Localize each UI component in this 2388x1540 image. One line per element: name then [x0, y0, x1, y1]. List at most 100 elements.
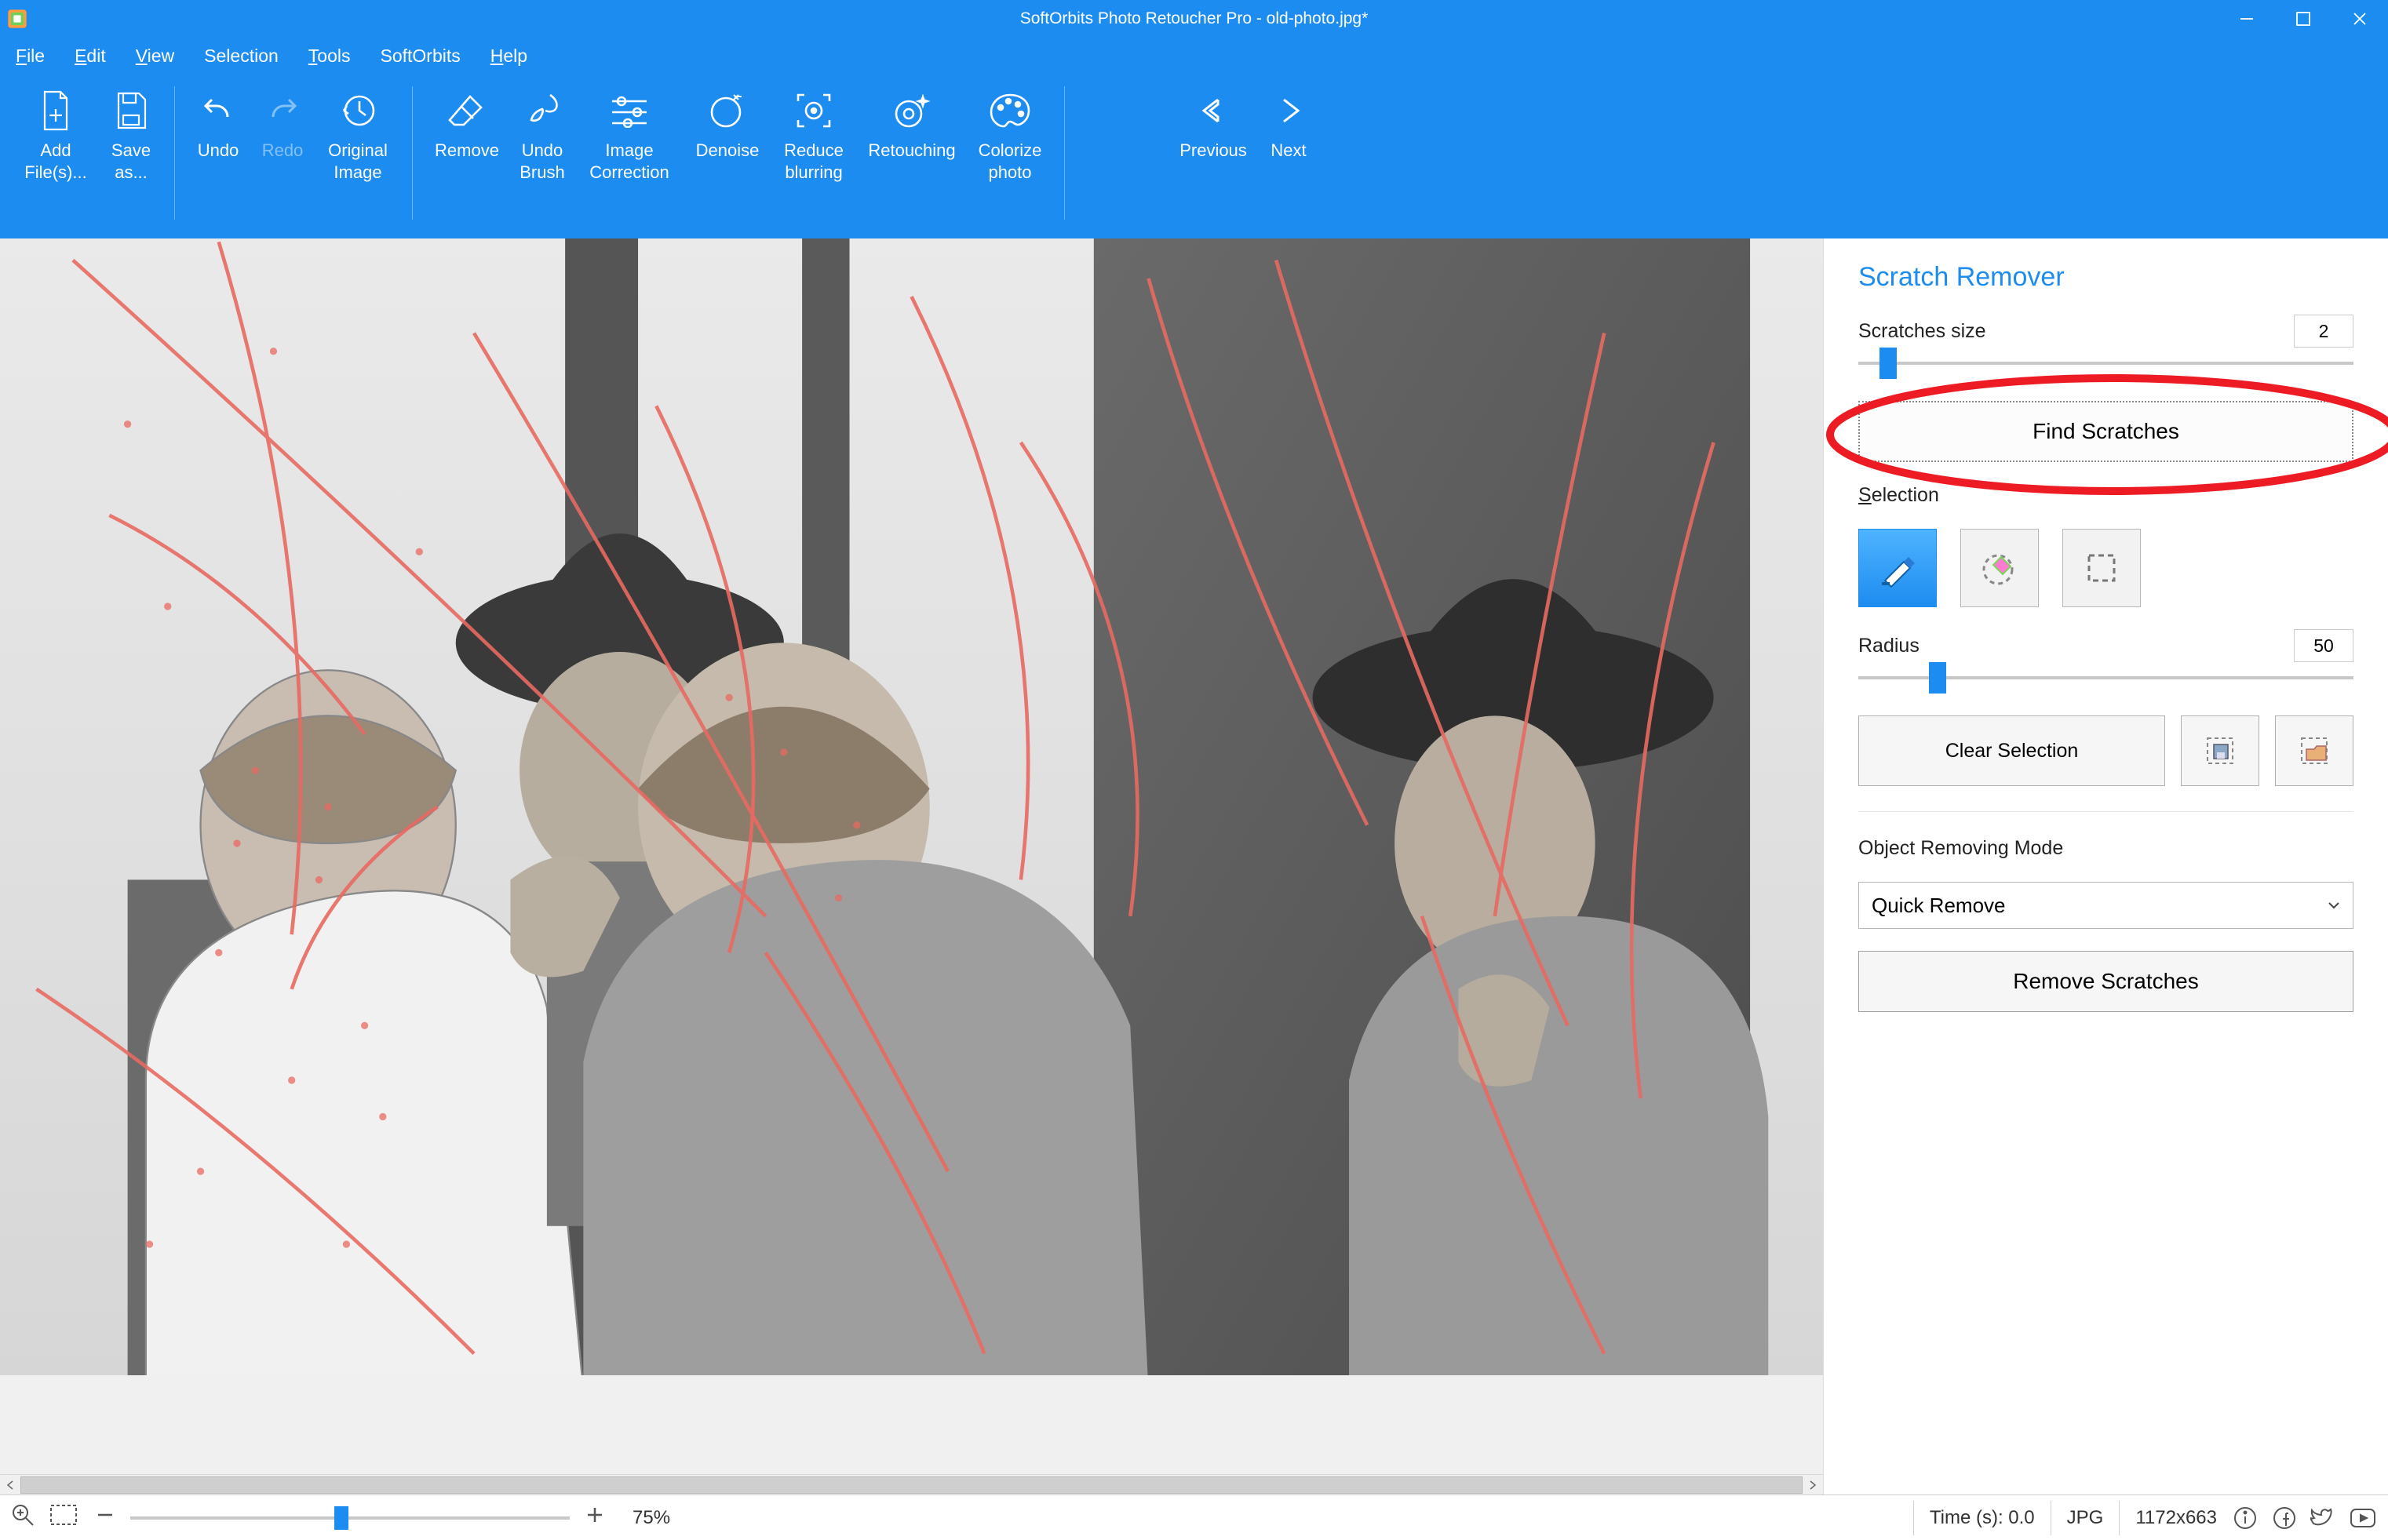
toolbar-undo[interactable]: Undo	[186, 82, 250, 162]
toolbar-add-files-label: Add File(s)...	[24, 140, 86, 183]
menu-view[interactable]: View	[136, 46, 174, 67]
remove-scratches-button[interactable]: Remove Scratches	[1858, 951, 2353, 1012]
toolbar-undo-brush[interactable]: Undo Brush	[510, 82, 574, 183]
marker-icon	[1876, 546, 1920, 590]
canvas-area	[0, 238, 1823, 1494]
save-icon	[112, 86, 150, 135]
menu-softorbits-label: SoftOrbits	[381, 46, 461, 66]
file-add-icon	[37, 86, 75, 135]
close-button[interactable]	[2331, 0, 2388, 38]
clear-selection-button[interactable]: Clear Selection	[1858, 715, 2165, 786]
twitter-icon[interactable]	[2308, 1502, 2339, 1534]
status-bar: 75% Time (s): 0.0 JPG 1172x663	[0, 1494, 2388, 1540]
menu-file[interactable]: File	[16, 46, 45, 67]
toolbar-undo-brush-label: Undo Brush	[520, 140, 564, 183]
save-selection-button[interactable]	[2181, 715, 2259, 786]
menu-edit[interactable]: Edit	[75, 46, 106, 67]
focus-icon	[793, 86, 834, 135]
maximize-button[interactable]	[2275, 0, 2331, 38]
scroll-left-icon[interactable]	[0, 1475, 20, 1495]
menu-selection[interactable]: Selection	[204, 46, 279, 67]
load-selection-button[interactable]	[2275, 715, 2353, 786]
toolbar-add-files[interactable]: Add File(s)...	[13, 82, 99, 183]
toolbar-denoise[interactable]: Denoise	[684, 82, 771, 162]
load-selection-icon	[2295, 732, 2333, 770]
radius-slider[interactable]	[1858, 662, 2353, 694]
toolbar-retouching[interactable]: Retouching	[857, 82, 967, 162]
denoise-icon	[707, 86, 748, 135]
toolbar-colorize[interactable]: Colorize photo	[967, 82, 1053, 183]
status-format: JPG	[2067, 1507, 2104, 1529]
free-select-tool[interactable]	[1960, 529, 2039, 607]
fit-screen-icon[interactable]	[49, 1503, 78, 1532]
zoom-out-button[interactable]	[94, 1504, 116, 1531]
redo-icon	[262, 86, 303, 135]
horizontal-scrollbar[interactable]	[0, 1474, 1823, 1494]
toolbar: Add File(s)... Save as... Undo Redo Orig…	[0, 74, 2388, 238]
minimize-button[interactable]	[2218, 0, 2275, 38]
toolbar-original-label: Original Image	[328, 140, 388, 183]
toolbar-save-as-label: Save as...	[111, 140, 151, 183]
toolbar-remove[interactable]: Remove	[424, 82, 510, 162]
scroll-right-icon[interactable]	[1803, 1475, 1823, 1495]
app-icon	[6, 8, 28, 30]
zoom-slider[interactable]	[130, 1506, 570, 1530]
menu-bar: File Edit View Selection Tools SoftOrbit…	[0, 38, 2388, 74]
menu-tools[interactable]: Tools	[308, 46, 351, 67]
info-icon[interactable]	[2229, 1502, 2261, 1534]
rect-select-tool[interactable]	[2062, 529, 2141, 607]
toolbar-previous[interactable]: Previous	[1170, 82, 1256, 162]
toolbar-denoise-label: Denoise	[696, 140, 760, 162]
radius-label: Radius	[1858, 635, 1920, 657]
scratches-size-slider[interactable]	[1858, 348, 2353, 379]
toolbar-redo: Redo	[250, 82, 315, 162]
main-area: Scratch Remover Scratches size 2 Find Sc…	[0, 238, 2388, 1494]
selection-label: Selection	[1858, 484, 2353, 507]
toolbar-undo-label: Undo	[198, 140, 239, 162]
toolbar-redo-label: Redo	[262, 140, 304, 162]
zoom-in-button[interactable]	[584, 1504, 606, 1531]
toolbar-remove-label: Remove	[435, 140, 499, 162]
menu-help[interactable]: Help	[490, 46, 527, 67]
zoom-reset-icon[interactable]	[9, 1502, 36, 1534]
rect-select-icon	[2080, 546, 2124, 590]
status-dimensions: 1172x663	[2135, 1507, 2217, 1529]
lasso-eraser-icon	[1978, 546, 2022, 590]
object-removing-label: Object Removing Mode	[1858, 837, 2353, 860]
youtube-icon[interactable]	[2347, 1502, 2379, 1534]
toolbar-image-correction[interactable]: Image Correction	[574, 82, 684, 183]
menu-softorbits[interactable]: SoftOrbits	[381, 46, 461, 67]
scratches-size-value[interactable]: 2	[2294, 315, 2353, 348]
status-time: Time (s): 0.0	[1930, 1507, 2035, 1529]
photo-preview	[0, 238, 1823, 1375]
image-canvas[interactable]	[0, 238, 1823, 1474]
toolbar-original-image[interactable]: Original Image	[315, 82, 401, 183]
history-icon	[337, 86, 378, 135]
social-links	[2229, 1502, 2379, 1534]
facebook-icon[interactable]	[2269, 1502, 2300, 1534]
object-removing-value: Quick Remove	[1872, 894, 2006, 918]
zoom-value: 75%	[633, 1507, 670, 1529]
toolbar-save-as[interactable]: Save as...	[99, 82, 163, 183]
right-panel: Scratch Remover Scratches size 2 Find Sc…	[1823, 238, 2388, 1494]
marker-tool[interactable]	[1858, 529, 1937, 607]
palette-icon	[988, 86, 1032, 135]
save-selection-icon	[2201, 732, 2239, 770]
arrow-left-icon	[1193, 86, 1234, 135]
toolbar-colorize-label: Colorize photo	[979, 140, 1042, 183]
object-removing-dropdown[interactable]: Quick Remove	[1858, 882, 2353, 929]
arrow-right-icon	[1268, 86, 1309, 135]
toolbar-next[interactable]: Next	[1256, 82, 1321, 162]
eraser-icon	[447, 86, 487, 135]
chevron-down-icon	[2328, 899, 2340, 912]
find-scratches-label: Find Scratches	[2033, 419, 2179, 444]
find-scratches-button[interactable]: Find Scratches	[1858, 401, 2353, 462]
radius-value[interactable]: 50	[2294, 629, 2353, 662]
scratches-size-label: Scratches size	[1858, 320, 1986, 343]
toolbar-reduce-blurring[interactable]: Reduce blurring	[771, 82, 857, 183]
panel-title: Scratch Remover	[1858, 262, 2353, 293]
toolbar-previous-label: Previous	[1179, 140, 1247, 162]
sparkle-icon	[891, 86, 932, 135]
title-bar: SoftOrbits Photo Retoucher Pro - old-pho…	[0, 0, 2388, 38]
toolbar-next-label: Next	[1271, 140, 1306, 162]
